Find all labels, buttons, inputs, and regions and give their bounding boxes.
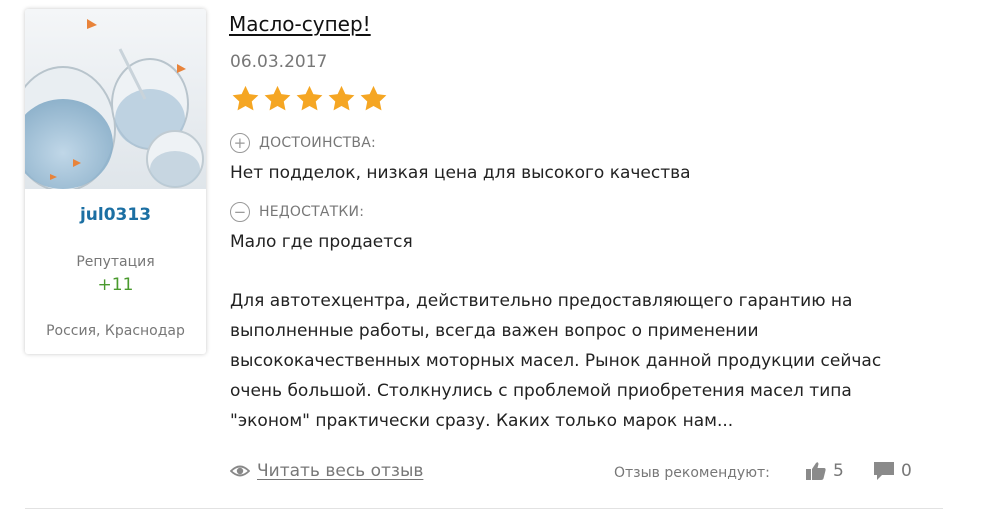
user-card: jul0313 Репутация +11 Россия, Краснодар [25,9,206,354]
star-rating [230,84,389,114]
pros-label: ДОСТОИНСТВА: [259,135,376,151]
likes-count: 5 [833,461,844,481]
star-icon [230,84,261,114]
review-body-line: Для автотехцентра, действительно предост… [230,291,853,311]
user-location: Россия, Краснодар [46,323,185,339]
cons-label: НЕДОСТАТКИ: [259,204,365,220]
plus-circle-icon: + [230,133,250,153]
pros-heading: + ДОСТОИНСТВА: [230,133,376,153]
eye-icon [230,465,250,477]
review-body-line: выполненные работы, всегда важен вопрос … [230,321,759,341]
pros-text: Нет подделок, низкая цена для высокого к… [230,163,691,183]
minus-circle-icon: − [230,202,250,222]
likes-button[interactable]: 5 [805,461,844,481]
cons-heading: − НЕДОСТАТКИ: [230,202,364,222]
avatar[interactable] [25,9,206,189]
star-icon [294,84,325,114]
comments-button[interactable]: 0 [873,461,912,481]
divider [25,508,943,509]
review-body-line: высококачественных моторных масел. Рынок… [230,351,882,371]
review-body-line: "эконом" практически сразу. Каких только… [230,411,734,431]
recommend-label: Отзыв рекомендуют: [614,465,770,481]
read-more-label[interactable]: Читать весь отзыв [257,461,423,481]
review-body: Для автотехцентра, действительно предост… [230,286,930,436]
cons-text: Мало где продается [230,232,413,252]
review-date: 06.03.2017 [230,52,328,72]
reputation-value: +11 [97,275,134,295]
star-icon [262,84,293,114]
review-body-line: очень большой. Столкнулись с проблемой п… [230,381,852,401]
comment-icon [874,462,894,480]
review-title-link[interactable]: Масло-супер! [229,12,371,36]
comments-count: 0 [901,461,912,481]
star-icon [326,84,357,114]
thumbs-up-icon [806,462,826,480]
username-link[interactable]: jul0313 [25,205,206,225]
reputation-label: Репутация [76,254,155,270]
star-icon [358,84,389,114]
read-more-link[interactable]: Читать весь отзыв [230,461,423,481]
